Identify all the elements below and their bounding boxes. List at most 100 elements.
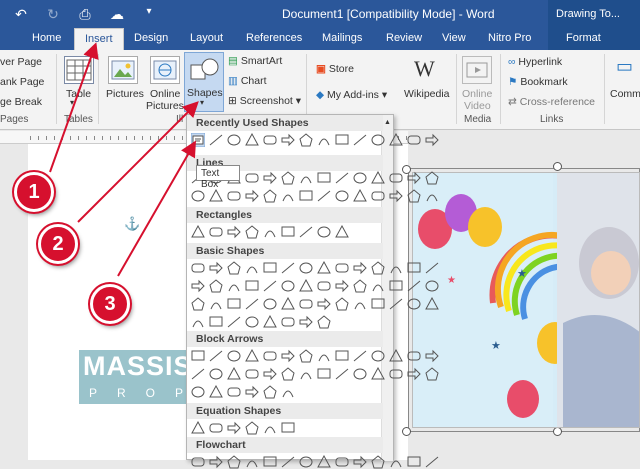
screenshot-button[interactable]: ⊞ Screenshot ▾ [228, 95, 301, 107]
my-addins-button[interactable]: ◆ My Add-ins ▾ [316, 89, 387, 101]
shape-glyph-icon[interactable] [317, 189, 331, 203]
wikipedia-label[interactable]: Wikipedia [404, 88, 450, 100]
shape-glyph-icon[interactable] [389, 297, 403, 311]
tab-layout[interactable]: Layout [190, 32, 223, 44]
shape-glyph-icon[interactable] [281, 171, 295, 185]
shape-glyph-icon[interactable] [371, 297, 385, 311]
shape-glyph-icon[interactable] [371, 133, 385, 147]
shape-glyph-icon[interactable] [245, 171, 259, 185]
shape-glyph-icon[interactable] [209, 279, 223, 293]
shape-glyph-icon[interactable] [209, 455, 223, 469]
shape-glyph-icon[interactable] [245, 367, 259, 381]
shape-glyph-icon[interactable] [281, 297, 295, 311]
shape-glyph-icon[interactable] [335, 189, 349, 203]
online-pictures-icon[interactable] [150, 56, 180, 84]
shape-glyph-icon[interactable] [209, 349, 223, 363]
shape-glyph-icon[interactable] [299, 297, 313, 311]
shape-glyph-icon[interactable] [245, 315, 259, 329]
shape-glyph-icon[interactable] [407, 367, 421, 381]
shape-glyph-icon[interactable] [245, 225, 259, 239]
shape-glyph-icon[interactable] [407, 455, 421, 469]
shape-glyph-icon[interactable] [335, 455, 349, 469]
shape-glyph-icon[interactable] [227, 297, 241, 311]
shape-glyph-icon[interactable] [299, 133, 313, 147]
tab-references[interactable]: References [246, 32, 302, 44]
shape-glyph-icon[interactable] [407, 189, 421, 203]
shape-glyph-icon[interactable] [263, 189, 277, 203]
shape-glyph-icon[interactable] [389, 455, 403, 469]
shape-glyph-icon[interactable] [281, 189, 295, 203]
shape-glyph-icon[interactable] [191, 225, 205, 239]
shape-glyph-icon[interactable] [407, 171, 421, 185]
shape-glyph-icon[interactable] [389, 133, 403, 147]
shape-glyph-icon[interactable] [227, 455, 241, 469]
shape-glyph-icon[interactable] [245, 455, 259, 469]
shape-glyph-icon[interactable] [335, 171, 349, 185]
shape-glyph-icon[interactable] [353, 279, 367, 293]
shape-glyph-icon[interactable] [245, 297, 259, 311]
shape-glyph-icon[interactable] [371, 189, 385, 203]
tab-mailings[interactable]: Mailings [322, 32, 362, 44]
shape-glyph-icon[interactable] [389, 171, 403, 185]
shape-glyph-icon[interactable] [299, 261, 313, 275]
shape-glyph-icon[interactable] [263, 349, 277, 363]
shape-glyph-icon[interactable] [209, 421, 223, 435]
shape-glyph-icon[interactable] [227, 349, 241, 363]
shape-glyph-icon[interactable] [407, 297, 421, 311]
shape-glyph-icon[interactable] [209, 297, 223, 311]
shape-glyph-icon[interactable] [191, 189, 205, 203]
shape-glyph-icon[interactable] [425, 171, 439, 185]
comment-icon[interactable]: ▭ [616, 56, 633, 77]
scroll-up-icon[interactable]: ▲ [384, 119, 391, 126]
shape-glyph-icon[interactable] [281, 315, 295, 329]
shape-glyph-icon[interactable] [317, 171, 331, 185]
online-pictures-label-2[interactable]: Pictures [146, 100, 184, 112]
cross-reference-button[interactable]: ⇄ Cross-reference [508, 96, 595, 108]
chart-button[interactable]: ▥ Chart [228, 75, 267, 87]
shape-glyph-icon[interactable] [191, 297, 205, 311]
shape-glyph-icon[interactable] [317, 225, 331, 239]
shape-glyph-icon[interactable] [227, 133, 241, 147]
shape-glyph-icon[interactable] [245, 133, 259, 147]
shape-glyph-icon[interactable] [191, 261, 205, 275]
shape-glyph-icon[interactable] [227, 189, 241, 203]
redo-icon[interactable]: ↻ [44, 6, 62, 23]
shape-glyph-icon[interactable] [407, 133, 421, 147]
shape-glyph-icon[interactable] [245, 349, 259, 363]
tab-review[interactable]: Review [386, 32, 422, 44]
shape-glyph-icon[interactable] [407, 349, 421, 363]
shape-glyph-icon[interactable] [263, 225, 277, 239]
shape-glyph-icon[interactable] [263, 367, 277, 381]
shape-glyph-icon[interactable] [263, 297, 277, 311]
resize-handle[interactable] [402, 427, 411, 436]
shape-glyph-icon[interactable] [299, 367, 313, 381]
shape-glyph-icon[interactable] [425, 279, 439, 293]
shape-glyph-icon[interactable] [371, 349, 385, 363]
shape-glyph-icon[interactable] [263, 421, 277, 435]
shape-glyph-icon[interactable] [353, 349, 367, 363]
shape-glyph-icon[interactable] [227, 279, 241, 293]
wikipedia-icon[interactable]: W [414, 56, 435, 82]
print-preview-icon[interactable]: ⎙ [76, 6, 94, 23]
shapes-button[interactable]: Shapes ▾ [184, 52, 224, 112]
shape-glyph-icon[interactable] [281, 225, 295, 239]
shape-glyph-icon[interactable] [299, 315, 313, 329]
shape-glyph-icon[interactable] [227, 261, 241, 275]
resize-handle[interactable] [553, 427, 562, 436]
shape-glyph-icon[interactable] [227, 421, 241, 435]
undo-icon[interactable]: ↶ [12, 6, 30, 23]
shape-glyph-icon[interactable] [317, 279, 331, 293]
shape-glyph-icon[interactable] [299, 349, 313, 363]
shape-glyph-icon[interactable] [299, 279, 313, 293]
inserted-picture[interactable]: ★ ★ ★ [412, 172, 640, 428]
shape-glyph-icon[interactable] [389, 279, 403, 293]
shape-glyph-icon[interactable] [227, 225, 241, 239]
shape-glyph-icon[interactable] [281, 455, 295, 469]
pictures-icon[interactable] [108, 56, 138, 84]
shape-glyph-icon[interactable] [191, 279, 205, 293]
shape-glyph-icon[interactable] [425, 455, 439, 469]
shape-glyph-icon[interactable] [227, 385, 241, 399]
shape-glyph-icon[interactable] [317, 455, 331, 469]
shape-glyph-icon[interactable] [299, 189, 313, 203]
shape-glyph-icon[interactable] [425, 261, 439, 275]
